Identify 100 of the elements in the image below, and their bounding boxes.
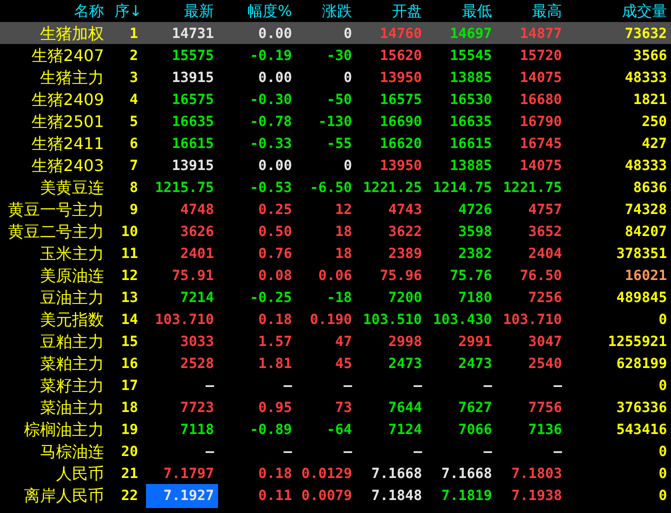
table-cell-text: 7.1819 (441, 486, 492, 506)
table-cell-text: 84207 (624, 222, 667, 242)
row-number: 17 (120, 376, 139, 396)
row-number: 10 (120, 222, 139, 242)
column-header[interactable]: 名称 (0, 0, 108, 22)
column-header[interactable]: 开盘 (356, 0, 426, 22)
column-header[interactable]: 最高 (496, 0, 566, 22)
row-number: 8 (128, 178, 139, 198)
column-header[interactable]: 幅度% (218, 0, 296, 22)
table-cell-text: 7627 (458, 398, 492, 418)
row-number: 16 (120, 354, 139, 374)
table-cell-text: 48333 (624, 156, 667, 176)
table-cell-text: — (554, 376, 562, 396)
instrument-name: 美元指数 (39, 309, 105, 331)
table-cell-text: — (206, 376, 214, 396)
table-cell-text: 4726 (458, 200, 492, 220)
table-cell-text: 75.76 (450, 266, 492, 286)
table-row[interactable]: 生猪加权 1 14731 0.00 0 14760 14697 14877 73632 (0, 22, 671, 44)
table-cell-text: -0.19 (250, 46, 292, 66)
table-cell-text: — (344, 376, 352, 396)
table-cell-text: 0.0129 (301, 464, 352, 484)
instrument-name: 美原油连 (39, 265, 105, 287)
table-cell-text: 45 (335, 354, 352, 374)
table-cell-text: 489845 (616, 288, 667, 308)
row-number: 12 (120, 266, 139, 286)
instrument-name: 菜籽主力 (39, 375, 105, 397)
table-cell-text: 1215.75 (154, 178, 214, 198)
table-cell-text: 7180 (458, 288, 492, 308)
table-cell-text: 7.1938 (511, 486, 562, 506)
table-cell-text: 0.00 (258, 156, 292, 176)
table-cell-text: 7644 (388, 398, 422, 418)
instrument-name: 人民币 (55, 463, 105, 485)
table-cell-text: — (344, 442, 352, 462)
table-cell-text: 0.50 (258, 222, 292, 242)
table-cell-text: 378351 (616, 244, 667, 264)
table-cell-text: 16615 (450, 134, 492, 154)
column-header[interactable]: 涨跌 (296, 0, 356, 22)
row-number: 5 (128, 112, 139, 132)
table-cell-text: 74328 (624, 200, 667, 220)
column-header[interactable]: 成交量 (566, 0, 671, 22)
table-cell-text: 7066 (458, 420, 492, 440)
table-cell-text: 0.95 (258, 398, 292, 418)
table-cell-text: 0.00 (258, 24, 292, 44)
table-cell-text: 76.50 (520, 266, 562, 286)
table-cell-text: 2540 (528, 354, 562, 374)
table-cell-text: 75.96 (380, 266, 422, 286)
table-cell-text: 48333 (624, 68, 667, 88)
table-cell-text: -0.53 (250, 178, 292, 198)
table-cell-text: 0.25 (258, 200, 292, 220)
table-cell-text: -50 (326, 90, 352, 110)
table-cell-text: 0 (344, 68, 352, 88)
table-cell-text: 0.06 (318, 266, 352, 286)
table-cell-text: -130 (318, 112, 352, 132)
row-number: 2 (128, 46, 139, 66)
table-cell-text: 103.710 (154, 310, 214, 330)
instrument-name: 生猪2501 (30, 111, 105, 133)
table-cell-text: 7.1848 (371, 486, 422, 506)
table-cell-text: 14075 (520, 68, 562, 88)
table-cell-text: 0 (658, 310, 667, 330)
table-cell-text: 1221.25 (362, 178, 422, 198)
table-cell-text: 15545 (450, 46, 492, 66)
table-cell-text: 16530 (450, 90, 492, 110)
table-cell-text: 4748 (180, 200, 214, 220)
table-cell-text: 0.18 (258, 310, 292, 330)
table-cell-text: 16745 (520, 134, 562, 154)
table-cell-text: 103.710 (502, 310, 562, 330)
table-cell-text: 16635 (172, 112, 214, 132)
table-cell-text: 2991 (458, 332, 492, 352)
column-header[interactable]: 序↓ (108, 0, 146, 22)
table-cell-text: 7118 (180, 420, 214, 440)
table-cell-text: 1.57 (258, 332, 292, 352)
table-cell-text: — (206, 442, 214, 462)
table-cell-text: 0.08 (258, 266, 292, 286)
table-cell-text: 3033 (180, 332, 214, 352)
table-cell-text: — (284, 442, 292, 462)
instrument-name: 玉米主力 (39, 243, 105, 265)
table-cell-text: 376336 (616, 398, 667, 418)
table-cell-text: 543416 (616, 420, 667, 440)
table-cell-text: 14760 (380, 24, 422, 44)
instrument-name: 马棕油连 (39, 441, 105, 463)
table-cell-text: 8636 (633, 178, 667, 198)
table-cell-text: 15575 (172, 46, 214, 66)
table-cell-text: 18 (335, 222, 352, 242)
table-cell-text: 2382 (458, 244, 492, 264)
table-cell-text: 14877 (520, 24, 562, 44)
table-cell-text: 7723 (180, 398, 214, 418)
table-cell-text: 7.1668 (371, 464, 422, 484)
row-number: 11 (120, 244, 139, 264)
row-number: 7 (128, 156, 139, 176)
instrument-name: 生猪2411 (30, 133, 105, 155)
table-cell-text: 0 (658, 376, 667, 396)
table-cell-text: 3047 (528, 332, 562, 352)
table-cell-text: 2404 (528, 244, 562, 264)
table-cell-text: — (484, 376, 492, 396)
column-header[interactable]: 最低 (426, 0, 496, 22)
table-cell-text: 16690 (380, 112, 422, 132)
row-number: 3 (128, 68, 139, 88)
table-cell-text: 0.18 (258, 464, 292, 484)
instrument-name: 生猪2403 (30, 155, 105, 177)
column-header[interactable]: 最新 (146, 0, 218, 22)
